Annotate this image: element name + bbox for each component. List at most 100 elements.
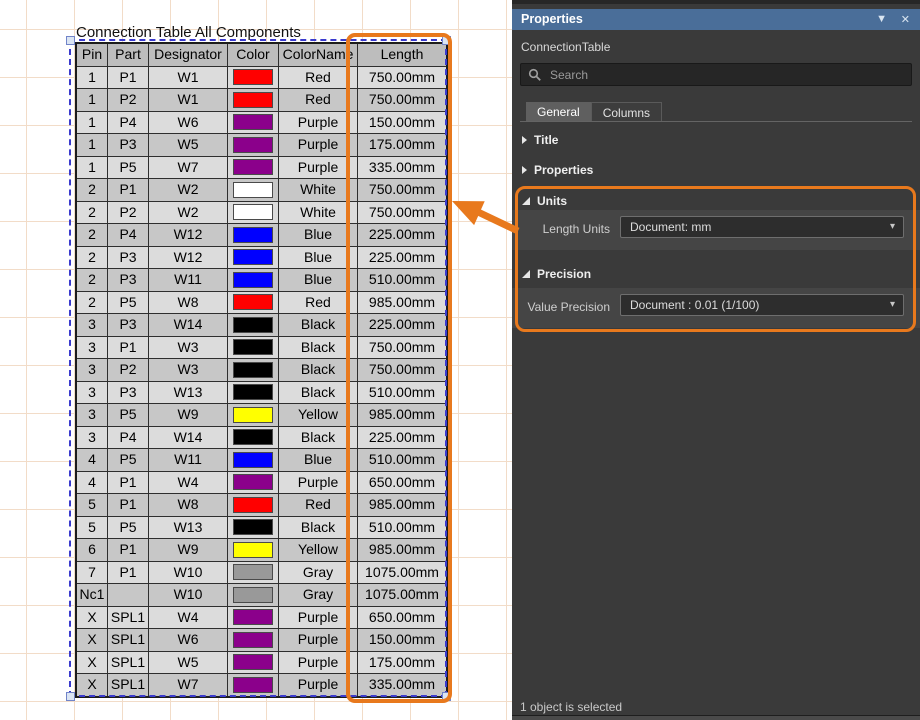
column-header-colorname: ColorName [279,43,358,66]
table-row: 2 P5 W8 Red 985.00mm [76,291,447,314]
cell-designator: W13 [149,381,228,404]
cell-length: 335.00mm [358,156,448,179]
cell-pin: X [76,651,108,674]
column-header-designator: Designator [149,43,228,66]
cell-designator: W14 [149,314,228,337]
cell-color [228,629,279,652]
cell-color [228,426,279,449]
cell-length: 650.00mm [358,606,448,629]
color-swatch [233,294,273,310]
cell-part: P3 [108,381,149,404]
selection-handle-bottom-right[interactable] [442,692,451,701]
cell-designator: W11 [149,449,228,472]
section-precision[interactable]: Precision [522,267,591,281]
color-swatch [233,587,273,603]
cell-color [228,584,279,607]
cell-part: P2 [108,89,149,112]
connection-table-title: Connection Table All Components [76,24,301,41]
cell-pin: 3 [76,404,108,427]
cell-length: 750.00mm [358,179,448,202]
column-header-part: Part [108,43,149,66]
selection-handle-bottom-left[interactable] [66,692,75,701]
cell-length: 510.00mm [358,449,448,472]
cell-designator: W11 [149,269,228,292]
color-swatch [233,272,273,288]
color-swatch [233,227,273,243]
cell-part: P5 [108,156,149,179]
cell-colorname: Purple [279,629,358,652]
cell-part: SPL1 [108,674,149,697]
color-swatch [233,497,273,513]
cell-colorname: Blue [279,269,358,292]
table-row: 2 P1 W2 White 750.00mm [76,179,447,202]
connection-table[interactable]: PinPartDesignatorColorColorNameLength 1 … [75,42,448,698]
cell-designator: W13 [149,516,228,539]
search-input[interactable]: Search [520,63,912,86]
cell-colorname: Purple [279,606,358,629]
table-row: X SPL1 W5 Purple 175.00mm [76,651,447,674]
cell-color [228,404,279,427]
table-row: 1 P1 W1 Red 750.00mm [76,66,447,89]
cell-colorname: Blue [279,224,358,247]
cell-colorname: Black [279,336,358,359]
section-units[interactable]: Units [522,194,567,208]
cell-pin: 4 [76,471,108,494]
cell-colorname: Black [279,516,358,539]
color-swatch [233,339,273,355]
cell-part: P5 [108,404,149,427]
cell-designator: W7 [149,156,228,179]
panel-close-icon[interactable]: ✕ [901,13,910,26]
value-precision-dropdown[interactable]: Document : 0.01 (1/100) ▾ [620,294,904,316]
cell-pin: X [76,674,108,697]
table-row: 4 P5 W11 Blue 510.00mm [76,449,447,472]
cell-colorname: Blue [279,449,358,472]
cell-pin: 3 [76,381,108,404]
cell-designator: W3 [149,359,228,382]
cell-pin: 1 [76,66,108,89]
length-units-dropdown[interactable]: Document: mm ▾ [620,216,904,238]
section-units-label: Units [537,194,567,208]
color-swatch [233,407,273,423]
selection-status: 1 object is selected [520,700,622,714]
section-title[interactable]: Title [522,133,558,147]
table-row: 6 P1 W9 Yellow 985.00mm [76,539,447,562]
cell-pin: 1 [76,156,108,179]
tab-columns[interactable]: Columns [591,102,662,122]
selected-object-type: ConnectionTable [521,40,610,54]
color-swatch [233,542,273,558]
cell-part: P1 [108,66,149,89]
table-row: 2 P2 W2 White 750.00mm [76,201,447,224]
column-header-pin: Pin [76,43,108,66]
cell-designator: W5 [149,134,228,157]
table-row: 3 P1 W3 Black 750.00mm [76,336,447,359]
cell-designator: W12 [149,224,228,247]
tab-general[interactable]: General [526,102,591,122]
section-properties[interactable]: Properties [522,163,593,177]
cell-colorname: Gray [279,561,358,584]
cell-length: 225.00mm [358,246,448,269]
cell-length: 750.00mm [358,66,448,89]
cell-color [228,291,279,314]
cell-color [228,89,279,112]
cell-designator: W12 [149,246,228,269]
cell-part: P4 [108,426,149,449]
cell-designator: W8 [149,494,228,517]
cell-designator: W1 [149,89,228,112]
cell-pin: 4 [76,449,108,472]
panel-titlebar[interactable]: Properties ▼ ✕ [512,9,920,30]
table-row: Nc1 W10 Gray 1075.00mm [76,584,447,607]
cell-color [228,156,279,179]
chevron-down-icon: ▾ [890,217,895,237]
cell-length: 750.00mm [358,336,448,359]
cell-part: P3 [108,134,149,157]
cell-pin: Nc1 [76,584,108,607]
table-row: 7 P1 W10 Gray 1075.00mm [76,561,447,584]
cell-color [228,336,279,359]
selection-handle-top-left[interactable] [66,36,75,45]
color-swatch [233,519,273,535]
panel-collapse-icon[interactable]: ▼ [876,13,887,25]
cell-length: 750.00mm [358,359,448,382]
color-swatch [233,317,273,333]
selection-handle-top-right[interactable] [442,36,451,45]
cell-colorname: Black [279,426,358,449]
